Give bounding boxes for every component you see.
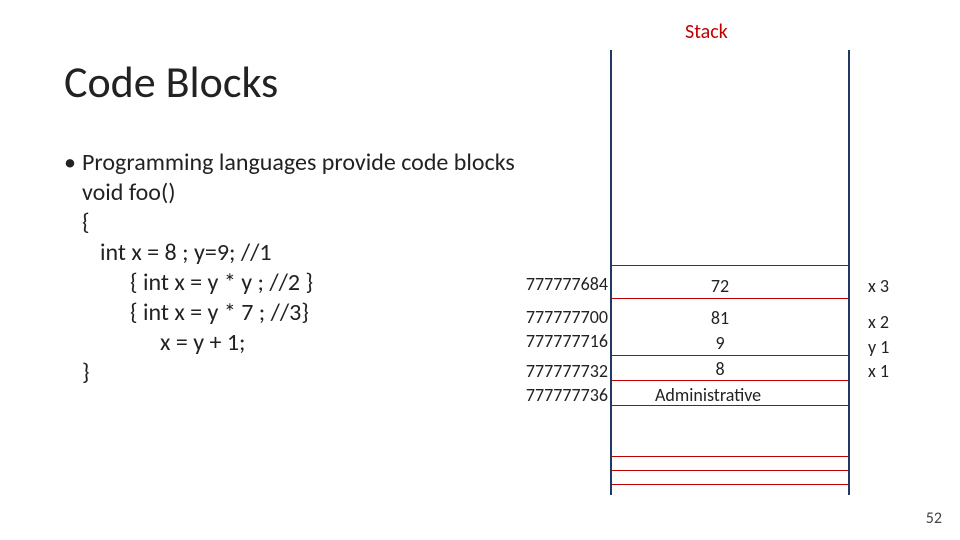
stack-address: 777777732 bbox=[508, 360, 608, 382]
stack-address: 777777684 bbox=[508, 273, 608, 295]
bullet-dot: • bbox=[64, 148, 82, 178]
body-line-3: { bbox=[64, 208, 515, 238]
stack-line bbox=[612, 298, 848, 299]
stack-address: 777777736 bbox=[508, 384, 608, 406]
stack-value: 8 bbox=[690, 358, 750, 380]
stack-var-label: x 3 bbox=[868, 275, 889, 297]
stack-value: 81 bbox=[690, 307, 750, 329]
slide-title: Code Blocks bbox=[64, 55, 278, 109]
body-line-2: void foo() bbox=[64, 178, 515, 208]
stack-address: 777777700 bbox=[508, 306, 608, 328]
body-line-6: { int x = y * 7 ; //3} bbox=[64, 298, 515, 328]
body-line-1: Programming languages provide code block… bbox=[82, 148, 515, 178]
stack-line bbox=[612, 456, 848, 457]
stack-value: 72 bbox=[690, 275, 750, 297]
body-line-8: } bbox=[64, 358, 515, 388]
stack-line bbox=[612, 470, 848, 471]
stack-address: 777777716 bbox=[508, 330, 608, 352]
stack-var-label: y 1 bbox=[868, 336, 889, 358]
stack-line bbox=[612, 355, 848, 356]
page-number: 52 bbox=[926, 509, 942, 528]
stack-line bbox=[612, 265, 848, 266]
body-line-7: x = y + 1; bbox=[64, 328, 515, 358]
body-line-4: int x = 8 ; y=9; //1 bbox=[64, 238, 515, 268]
stack-line bbox=[612, 484, 848, 485]
body-content: • Programming languages provide code blo… bbox=[64, 148, 515, 388]
stack-value: 9 bbox=[690, 332, 750, 354]
stack-heading: Stack bbox=[685, 20, 728, 44]
stack-line bbox=[612, 380, 848, 381]
stack-var-label: x 2 bbox=[868, 311, 889, 333]
body-line-5: { int x = y * y ; //2 } bbox=[64, 268, 515, 298]
stack-admin-label: Administrative bbox=[655, 384, 761, 406]
stack-var-label: x 1 bbox=[868, 360, 889, 382]
stack-box bbox=[610, 50, 850, 495]
